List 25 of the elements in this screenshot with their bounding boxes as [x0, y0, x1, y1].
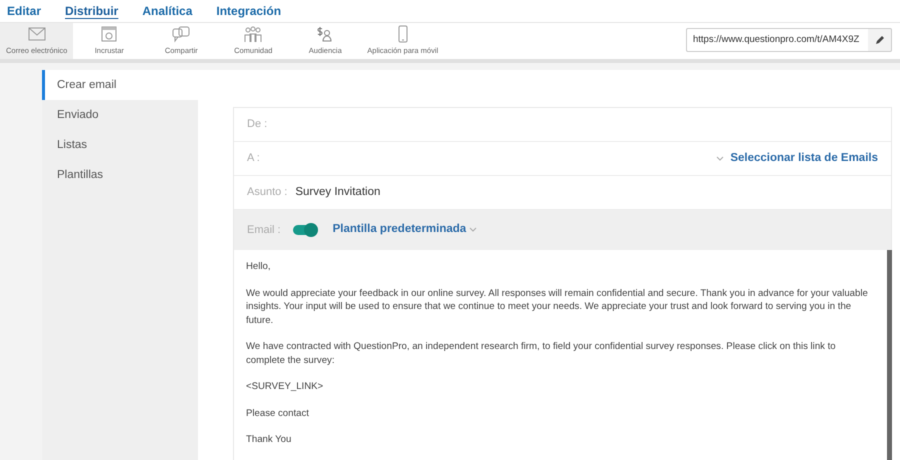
chevron-down-icon: [716, 156, 724, 162]
field-label: Asunto :: [247, 185, 288, 200]
envelope-icon: [26, 25, 47, 43]
field-label: A :: [247, 151, 260, 166]
menu-tab[interactable]: Integración: [216, 1, 282, 21]
people-group-icon: [243, 25, 264, 43]
field-label: Email :: [247, 222, 281, 238]
menu-tab[interactable]: Distribuir: [65, 1, 118, 21]
template-dropdown[interactable]: Plantilla predeterminada: [332, 221, 484, 239]
body-paragraph: <SURVEY_LINK>: [246, 380, 324, 394]
email-toggle[interactable]: [292, 225, 317, 235]
body-paragraph: We would appreciate your feedback in our online survey. All responses will remain confidential and secure. Thank you in advance for your valuable insights. Your input will be used to ensure that we continue to meet your needs. We appreciate your trust and look forward to serving you in the future.: [246, 286, 869, 327]
scrollbar[interactable]: [887, 250, 892, 460]
subject-value: Survey Invitation: [295, 184, 380, 200]
menu-tab[interactable]: Editar: [7, 1, 42, 21]
chat-bubbles-icon: [171, 25, 192, 43]
embed-window-icon: [99, 25, 120, 43]
select-list-link[interactable]: Seleccionar lista de Emails: [710, 150, 878, 168]
body-paragraph: Thank You: [246, 433, 292, 446]
menu-tab[interactable]: Analítica: [142, 1, 192, 21]
field-label: De :: [247, 117, 268, 132]
body-paragraph: We have contracted with QuestionPro, an independent research firm, to field your confidential survey responses. Please click on this link to complete the survey:: [246, 340, 837, 367]
body-paragraph: Hello,: [246, 260, 272, 274]
body-paragraph: Please contact: [246, 406, 310, 420]
chevron-down-icon: [469, 227, 478, 233]
